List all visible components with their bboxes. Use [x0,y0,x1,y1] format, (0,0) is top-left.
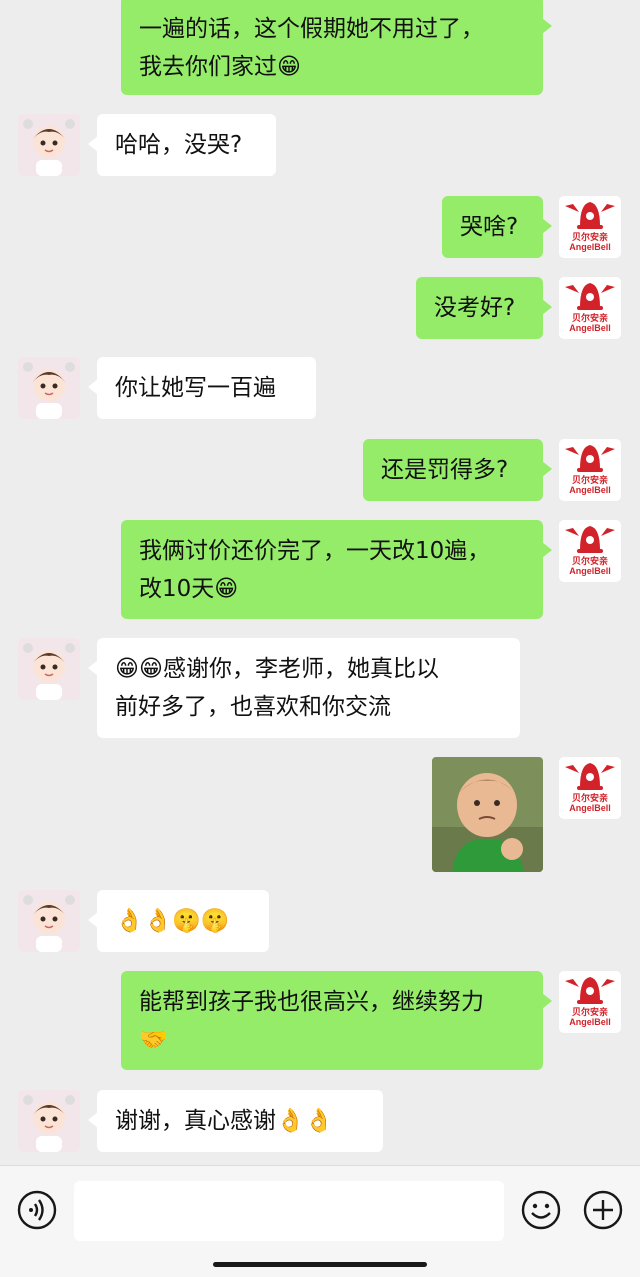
angelbell-logo-icon [565,977,615,1004]
avatar-brand-cn: 贝尔安亲 [571,475,608,485]
angelbell-logo-icon [565,526,615,553]
cartoon-boy-avatar [23,362,75,419]
avatar-brand-cn: 贝尔安亲 [571,793,608,803]
chat-input-bar [0,1165,640,1277]
avatar-brand-cn: 贝尔安亲 [571,232,608,242]
cartoon-boy-avatar [23,895,75,952]
avatar-brand-en: AngelBell [569,485,611,495]
message-bubble-theirs[interactable]: 😁😁感谢你，李老师，她真比以 前好多了，也喜欢和你交流 [88,638,520,738]
cartoon-boy-avatar [23,119,75,176]
message-bubble-theirs[interactable]: 👌👌🤫🤫 [88,890,269,952]
avatar-brand-en: AngelBell [569,242,611,252]
avatar-self[interactable]: 贝尔安亲 AngelBell [559,439,621,501]
avatar-self[interactable]: 贝尔安亲 AngelBell [559,196,621,258]
avatar-contact[interactable] [18,890,80,952]
home-indicator [213,1262,427,1267]
message-bubble-theirs[interactable]: 哈哈，没哭? [88,114,276,176]
message-bubble-theirs[interactable]: 你让她写一百遍 [88,357,316,419]
angelbell-logo-icon [565,445,615,472]
message-bubble-mine[interactable]: 一遍的话，这个假期她不用过了， 我去你们家过😁 [121,0,552,95]
voice-icon[interactable] [17,1190,57,1230]
avatar-brand-cn: 贝尔安亲 [571,556,608,566]
avatar-self[interactable]: 贝尔安亲 AngelBell [559,277,621,339]
message-bubble-mine[interactable]: 哭啥? [442,196,552,258]
avatar-brand-en: AngelBell [569,566,611,576]
sticker-image [432,757,543,872]
message-bubble-mine[interactable]: 我俩讨价还价完了，一天改10遍， 改10天😁 [121,520,552,619]
chat-message-list[interactable]: 一遍的话，这个假期她不用过了， 我去你们家过😁 哈哈，没哭? 哭啥? 贝尔安亲 … [0,0,640,1165]
avatar-contact[interactable] [18,1090,80,1152]
plus-icon[interactable] [583,1190,623,1230]
message-bubble-mine[interactable]: 没考好? [416,277,552,339]
message-bubble-theirs[interactable]: 谢谢，真心感谢👌👌 [88,1090,383,1152]
avatar-self[interactable]: 贝尔安亲 AngelBell [559,971,621,1033]
message-input[interactable] [74,1181,504,1241]
avatar-self[interactable]: 贝尔安亲 AngelBell [559,520,621,582]
success-kid-sticker[interactable] [432,757,543,872]
avatar-brand-cn: 贝尔安亲 [571,313,608,323]
avatar-brand-cn: 贝尔安亲 [571,1007,608,1017]
message-bubble-mine[interactable]: 还是罚得多? [363,439,552,501]
avatar-brand-en: AngelBell [569,803,611,813]
avatar-brand-en: AngelBell [569,1017,611,1027]
avatar-contact[interactable] [18,357,80,419]
message-bubble-mine[interactable]: 能帮到孩子我也很高兴，继续努力 🤝 [121,971,552,1070]
cartoon-boy-avatar [23,1095,75,1152]
avatar-self[interactable]: 贝尔安亲 AngelBell [559,757,621,819]
angelbell-logo-icon [565,763,615,790]
angelbell-logo-icon [565,283,615,310]
emoji-icon[interactable] [521,1190,561,1230]
cartoon-boy-avatar [23,643,75,700]
avatar-brand-en: AngelBell [569,323,611,333]
avatar-contact[interactable] [18,114,80,176]
avatar-contact[interactable] [18,638,80,700]
angelbell-logo-icon [565,202,615,229]
